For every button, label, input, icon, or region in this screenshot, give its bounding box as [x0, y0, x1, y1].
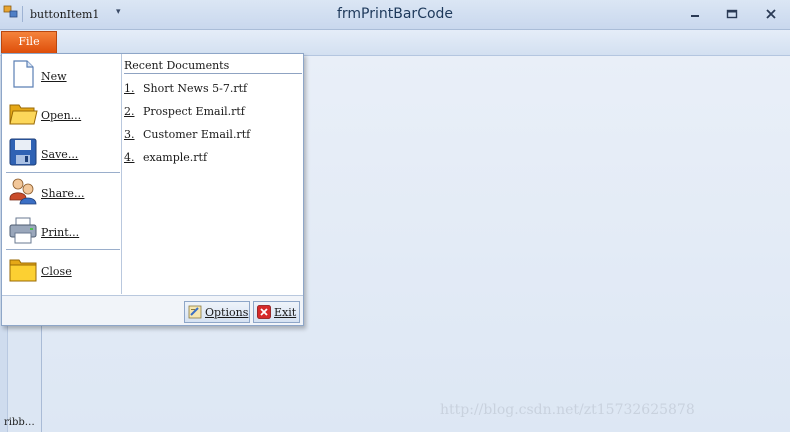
maximize-button[interactable]: [721, 6, 743, 22]
recent-document-name: Prospect Email.rtf: [143, 105, 245, 118]
menu-item-label: New: [41, 70, 67, 83]
recent-document-number: 1.: [124, 82, 135, 95]
recent-document-name: Short News 5-7.rtf: [143, 82, 248, 95]
menu-item-print[interactable]: Print...: [6, 212, 120, 250]
window-title: frmPrintBarCode: [336, 6, 454, 22]
file-menu-commands: New Open... Save... Share... Print... Cl…: [2, 54, 122, 294]
exit-button[interactable]: Exit: [253, 301, 300, 323]
menu-item-label: Print...: [41, 226, 80, 239]
file-tab[interactable]: File: [1, 31, 57, 53]
recent-document-item[interactable]: 4. example.rtf: [124, 148, 300, 168]
file-menu: New Open... Save... Share... Print... Cl…: [1, 53, 304, 326]
menu-item-close[interactable]: Close: [6, 251, 120, 289]
menu-item-label: Save...: [41, 148, 79, 161]
recent-document-item[interactable]: 3. Customer Email.rtf: [124, 125, 300, 145]
ribbon-bar-label[interactable]: ribb…: [4, 417, 35, 428]
exit-icon: [257, 305, 271, 319]
menu-item-label: Open...: [41, 109, 82, 122]
users-share-icon: [8, 176, 38, 206]
recent-document-number: 3.: [124, 128, 135, 141]
menu-item-new[interactable]: New: [6, 56, 120, 94]
open-folder-icon: [8, 98, 38, 128]
close-button[interactable]: [760, 6, 782, 22]
new-document-icon: [8, 59, 38, 89]
menu-item-share[interactable]: Share...: [6, 173, 120, 211]
title-bar: buttonItem1 ▾ frmPrintBarCode: [0, 0, 790, 30]
recent-document-name: Customer Email.rtf: [143, 128, 251, 141]
recent-document-number: 2.: [124, 105, 135, 118]
menu-item-open[interactable]: Open...: [6, 95, 120, 133]
save-disk-icon: [8, 137, 38, 167]
recent-documents-divider: [124, 73, 302, 74]
recent-documents-title: Recent Documents: [124, 59, 230, 72]
options-icon: [188, 305, 202, 319]
menu-item-save[interactable]: Save...: [6, 134, 120, 172]
recent-document-number: 4.: [124, 151, 135, 164]
options-button[interactable]: Options: [184, 301, 250, 323]
options-button-label: Options: [205, 306, 249, 319]
minimize-button[interactable]: [684, 6, 706, 22]
close-folder-icon: [8, 254, 38, 284]
printer-icon: [8, 215, 38, 245]
exit-button-label: Exit: [274, 306, 297, 319]
recent-document-name: example.rtf: [143, 151, 208, 164]
recent-document-item[interactable]: 2. Prospect Email.rtf: [124, 102, 300, 122]
recent-document-item[interactable]: 1. Short News 5-7.rtf: [124, 79, 300, 99]
menu-item-label: Share...: [41, 187, 85, 200]
menu-item-label: Close: [41, 265, 72, 278]
file-menu-footer: Options Exit: [2, 295, 303, 325]
watermark-text: http://blog.csdn.net/zt15732625878: [440, 402, 695, 418]
menu-divider: [6, 249, 120, 250]
